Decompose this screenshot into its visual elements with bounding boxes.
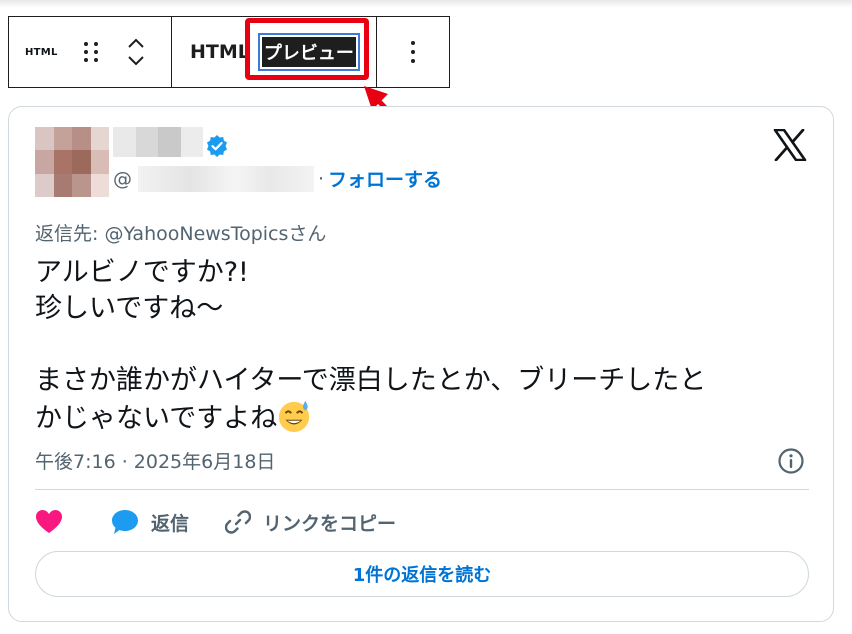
top-shadow <box>0 0 852 8</box>
post-text-line: アルビノですか?! <box>35 257 249 288</box>
handle-prefix: @ <box>113 167 132 190</box>
post-text-line: かじゃないですよね <box>35 403 278 434</box>
handle-blurred[interactable] <box>138 165 314 192</box>
block-toolbar: HTML HTML プレビュー <box>8 16 450 88</box>
copy-link-button[interactable]: リンクをコピー <box>225 509 396 536</box>
post-timestamp[interactable]: 午後7:16 · 2025年6月18日 <box>35 447 275 474</box>
separator-dot: · <box>318 167 325 190</box>
tab-html[interactable]: HTML <box>190 41 250 63</box>
move-up-icon[interactable] <box>128 38 144 48</box>
handle-row: @ · フォローする <box>113 165 442 192</box>
post-text-line: 珍しいですね〜 <box>35 293 224 324</box>
x-logo-icon[interactable] <box>773 129 807 161</box>
html-block-icon[interactable]: HTML <box>25 47 58 58</box>
move-down-icon[interactable] <box>128 56 144 66</box>
post-text: アルビノですか?! 珍しいですね〜 まさか誰かがハイターで漂白したとか、ブリーチ… <box>35 255 805 437</box>
verified-badge-icon <box>207 135 227 157</box>
display-name-blurred[interactable] <box>113 127 203 157</box>
drag-handle-icon[interactable] <box>83 42 98 62</box>
divider <box>35 489 809 490</box>
block-controls-group: HTML <box>9 17 172 87</box>
avatar[interactable] <box>35 127 109 197</box>
reply-bubble-icon <box>112 510 138 534</box>
like-button[interactable] <box>35 509 63 535</box>
reply-to-line: 返信先: @YahooNewsTopicsさん <box>35 223 327 245</box>
view-tabs-group: HTML プレビュー <box>172 17 377 87</box>
heart-icon <box>36 510 62 533</box>
block-movers <box>128 38 144 66</box>
sweat-smile-emoji <box>279 400 310 433</box>
preview-tab-wrapper: プレビュー <box>244 18 369 80</box>
post-text-line-last: かじゃないですよね <box>35 399 805 437</box>
copy-link-label: リンクをコピー <box>263 512 397 535</box>
tab-preview[interactable]: プレビュー <box>257 33 360 71</box>
post-actions: 返信 リンクをコピー <box>35 505 396 539</box>
follow-link[interactable]: フォローする <box>328 165 442 192</box>
reply-button[interactable]: 返信 <box>111 509 189 536</box>
more-options-icon[interactable] <box>411 41 415 63</box>
post-text-line <box>35 327 805 363</box>
link-icon <box>225 510 252 534</box>
embedded-post-card: @ · フォローする 返信先: @YahooNewsTopicsさん アルビノで… <box>8 106 834 622</box>
options-group <box>377 17 449 87</box>
info-icon[interactable] <box>777 447 805 475</box>
read-replies-button[interactable]: 1件の返信を読む <box>35 551 809 597</box>
post-text-line: まさか誰かがハイターで漂白したとか、ブリーチしたと <box>35 365 707 396</box>
reply-label: 返信 <box>151 512 190 535</box>
